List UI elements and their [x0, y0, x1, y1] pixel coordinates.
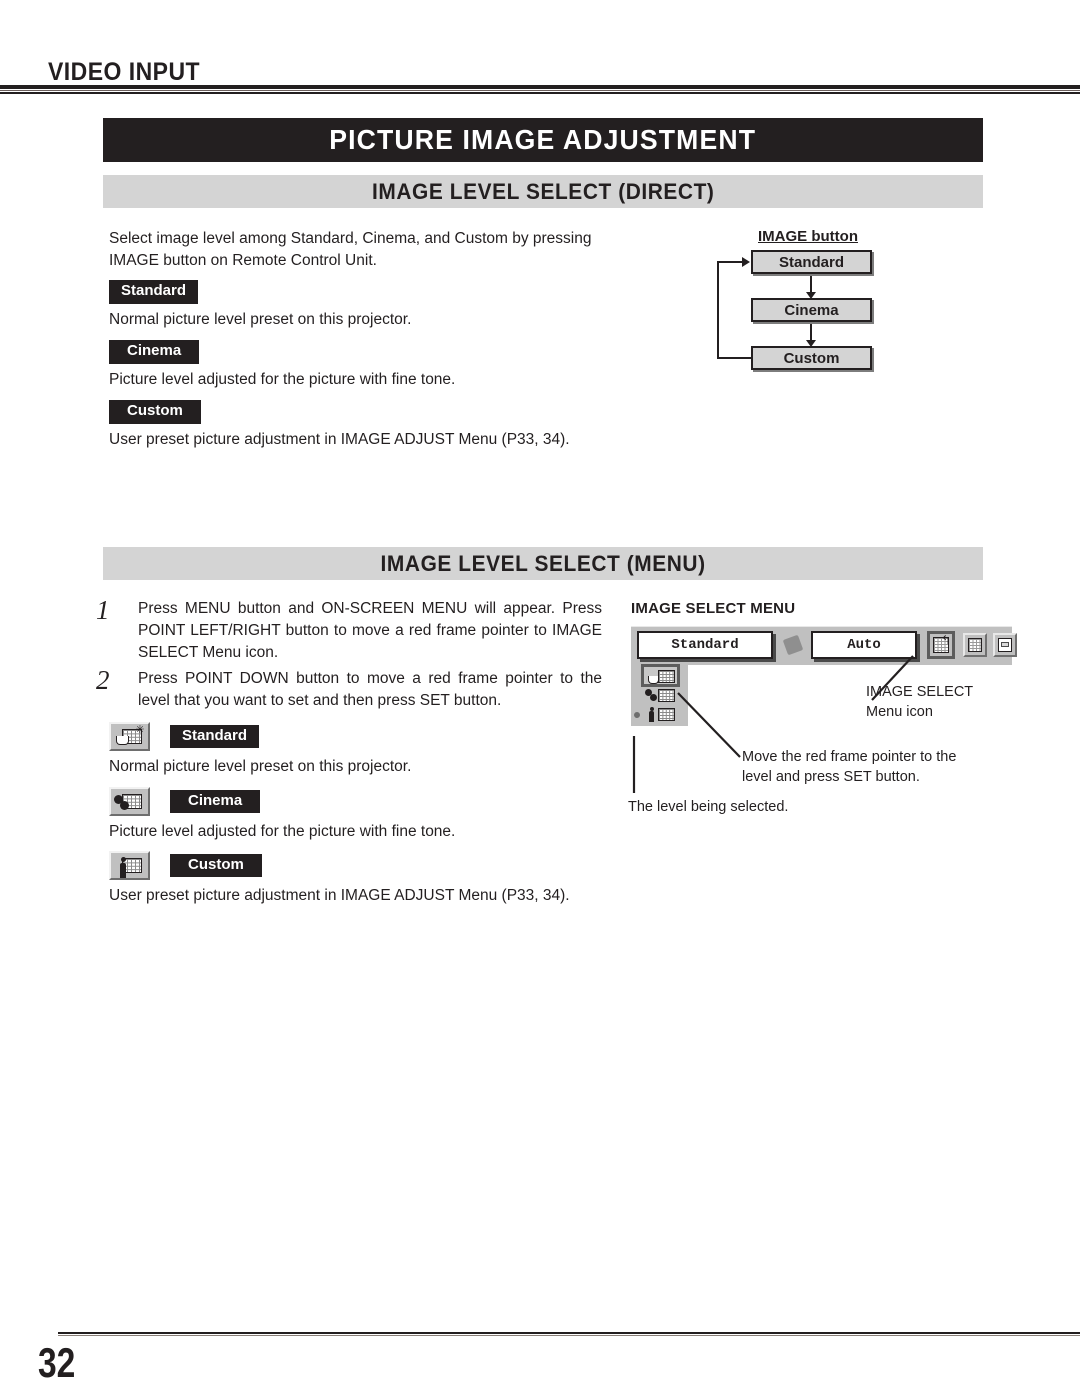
step-2-number: 2	[96, 665, 110, 695]
flow-loop-top-arrow	[717, 257, 750, 267]
panel-custom-icon[interactable]	[645, 706, 676, 723]
step-2-text: Press POINT DOWN button to move a red fr…	[138, 670, 602, 709]
page-number: 32	[38, 1339, 76, 1386]
direct-desc-standard: Normal picture level preset on this proj…	[109, 310, 412, 328]
callout-image-select-label: IMAGE SELECT Menu icon	[866, 683, 973, 722]
direct-desc-custom: User preset picture adjustment in IMAGE …	[109, 430, 570, 448]
callout-line-2: level and press SET button.	[742, 768, 920, 785]
step-1-number: 1	[96, 595, 110, 625]
flow-loop-bottom	[717, 357, 753, 359]
panel-standard-icon[interactable]	[645, 668, 676, 685]
flow-arrow-down-1	[806, 276, 816, 299]
page-title: PICTURE IMAGE ADJUSTMENT	[329, 124, 757, 155]
footer-rule	[58, 1332, 1080, 1336]
direct-intro-text: Select image level among Standard, Cinem…	[109, 230, 592, 270]
menu-level-cinema: Cinema Picture level adjusted for the pi…	[109, 787, 669, 843]
menu-desc-custom: User preset picture adjustment in IMAGE …	[109, 887, 570, 904]
callout-line-1: Move the red frame pointer to the	[742, 749, 957, 765]
callout-level-selected-label: The level being selected.	[628, 798, 788, 818]
direct-level-custom: Custom User preset picture adjustment in…	[109, 400, 669, 451]
section-header-menu: IMAGE LEVEL SELECT (MENU)	[103, 547, 983, 580]
flow-caption: IMAGE button	[758, 228, 858, 245]
step-1-text: Press MENU button and ON-SCREEN MENU wil…	[138, 600, 602, 661]
menu-badge-standard: Standard	[170, 724, 260, 749]
flow-arrow-down-2	[806, 324, 816, 347]
image-adjust-menu-icon[interactable]	[963, 633, 987, 657]
cinema-level-icon	[109, 787, 150, 816]
osd-auto-value[interactable]: Auto	[811, 631, 917, 659]
direct-desc-cinema: Picture level adjusted for the picture w…	[109, 370, 456, 388]
direct-badge-standard: Standard	[109, 280, 199, 304]
custom-level-icon	[109, 851, 150, 880]
section-header-direct-label: IMAGE LEVEL SELECT (DIRECT)	[371, 178, 715, 204]
menu-level-custom: Custom User preset picture adjustment in…	[109, 851, 669, 907]
direct-level-standard: Standard Normal picture level preset on …	[109, 280, 669, 331]
osd-level-list-panel	[631, 664, 688, 726]
menu-desc-standard: Normal picture level preset on this proj…	[109, 758, 412, 775]
osd-level-value[interactable]: Standard	[637, 631, 773, 659]
step-2: 2 Press POINT DOWN button to move a red …	[96, 665, 602, 712]
direct-badge-custom: Custom	[109, 400, 201, 424]
direct-badge-cinema: Cinema	[109, 340, 200, 364]
callout-line-1: IMAGE SELECT	[866, 684, 974, 700]
manual-page: VIDEO INPUT PICTURE IMAGE ADJUSTMENT IMA…	[0, 0, 1080, 1397]
standard-level-icon: ✳	[109, 722, 150, 751]
panel-cinema-icon[interactable]	[645, 687, 676, 704]
selected-level-marker	[634, 712, 640, 718]
callout-move-pointer-label: Move the red frame pointer to the level …	[742, 748, 956, 787]
menu-desc-cinema: Picture level adjusted for the picture w…	[109, 823, 456, 840]
flow-box-standard: Standard	[751, 250, 872, 274]
header-rule	[0, 85, 1080, 94]
menu-badge-custom: Custom	[170, 853, 262, 878]
section-header-menu-label: IMAGE LEVEL SELECT (MENU)	[380, 550, 706, 576]
image-button-flow-diagram: IMAGE button Standard Cinema Custom	[700, 228, 1000, 378]
callout-line-1: The level being selected.	[628, 799, 789, 815]
flow-box-custom: Custom	[751, 346, 872, 370]
callout-line-2: Menu icon	[866, 703, 933, 720]
flow-box-cinema: Cinema	[751, 298, 872, 322]
page-section-label: VIDEO INPUT	[48, 58, 201, 86]
step-1: 1 Press MENU button and ON-SCREEN MENU w…	[96, 595, 602, 664]
menu-level-standard: ✳ Standard Normal picture level preset o…	[109, 722, 669, 778]
image-select-menu-icon[interactable]: ↰	[927, 631, 955, 659]
system-brush-icon[interactable]	[782, 634, 805, 657]
screenshot-title: IMAGE SELECT MENU	[631, 600, 796, 617]
page-title-bar: PICTURE IMAGE ADJUSTMENT	[103, 118, 983, 162]
menu-badge-cinema: Cinema	[170, 789, 261, 814]
flow-loop-vertical	[717, 261, 719, 359]
section-header-direct: IMAGE LEVEL SELECT (DIRECT)	[103, 175, 983, 208]
direct-level-cinema: Cinema Picture level adjusted for the pi…	[109, 340, 669, 391]
screen-menu-icon[interactable]	[993, 633, 1017, 657]
